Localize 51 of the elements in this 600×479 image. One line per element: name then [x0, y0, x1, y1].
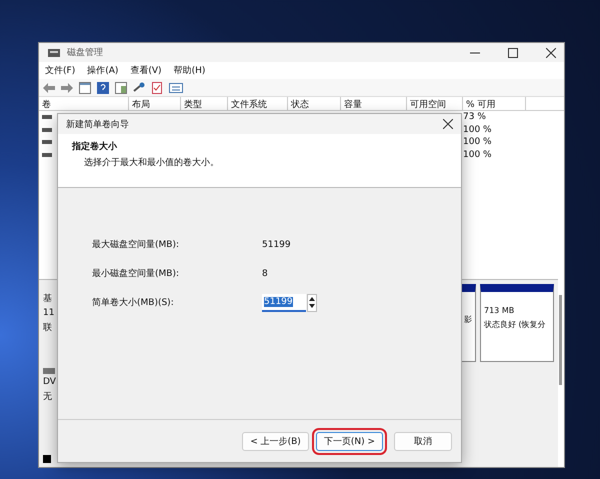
step-description: 选择介于最大和最小值的卷大小。: [83, 156, 220, 169]
dialog-title: 新建简单卷向导: [66, 118, 129, 130]
cd-drive-icon: [43, 368, 55, 374]
console-tree-icon[interactable]: [79, 82, 91, 94]
field-value: 51199: [262, 240, 291, 250]
forward-arrow-icon[interactable]: [61, 82, 73, 92]
partition-block[interactable]: 713 MB 状态良好 (恢复分: [480, 284, 554, 362]
column-header[interactable]: % 可用: [463, 97, 526, 110]
field-label: 最小磁盘空间量(MB):: [92, 268, 180, 280]
legend-swatch-icon: [43, 455, 51, 463]
window-title: 磁盘管理: [67, 46, 103, 59]
properties-icon[interactable]: [169, 82, 183, 94]
close-icon[interactable]: [546, 48, 556, 58]
wizard-button[interactable]: < 上一步(B): [242, 432, 309, 450]
table-cell-text: 100 %: [463, 150, 493, 160]
column-header[interactable]: 卷: [39, 97, 129, 110]
window-pane-icon[interactable]: [115, 82, 127, 94]
disk-label-text: 无: [43, 391, 53, 403]
help-icon[interactable]: [97, 82, 109, 94]
back-arrow-icon[interactable]: [43, 82, 55, 92]
disk-label-text: DV: [43, 377, 57, 387]
column-header[interactable]: 文件系统: [228, 97, 288, 110]
disk-label-text: 11: [43, 308, 56, 318]
menu-item[interactable]: 帮助(H): [174, 64, 206, 77]
wizard-button[interactable]: 取消: [394, 432, 452, 450]
field-label: 简单卷大小(MB)(S):: [92, 296, 175, 309]
table-cell-text: 73 %: [463, 112, 487, 122]
column-header[interactable]: 类型: [181, 97, 228, 110]
maximize-icon[interactable]: [508, 48, 518, 58]
table-cell-text: 100 %: [463, 137, 493, 148]
partition-text: 影: [464, 314, 472, 325]
close-icon[interactable]: [443, 119, 453, 129]
field-label: 最大磁盘空间量(MB):: [92, 238, 180, 251]
partition-status: 状态良好 (恢复分: [484, 319, 547, 330]
column-header[interactable]: 可用空间: [407, 97, 463, 110]
disk-label-text: 基: [43, 292, 53, 305]
column-header[interactable]: 状态: [288, 97, 341, 110]
menu-item[interactable]: 文件(F): [45, 64, 76, 77]
table-cell-text: 100 %: [463, 124, 493, 135]
field-value: 8: [262, 268, 268, 278]
checklist-icon[interactable]: [151, 82, 163, 94]
disk-label-text: 联: [43, 322, 53, 334]
step-heading: 指定卷大小: [72, 140, 118, 153]
column-header[interactable]: 容量: [341, 97, 407, 110]
menu-item[interactable]: 查看(V): [130, 64, 162, 77]
partition-size: 713 MB: [484, 306, 516, 315]
size-input-field[interactable]: 51199: [262, 294, 306, 312]
spinner-buttons[interactable]: [307, 294, 317, 312]
scrollbar[interactable]: [559, 295, 562, 385]
column-header[interactable]: 布局: [129, 97, 181, 110]
menu-item[interactable]: 操作(A): [87, 64, 118, 77]
